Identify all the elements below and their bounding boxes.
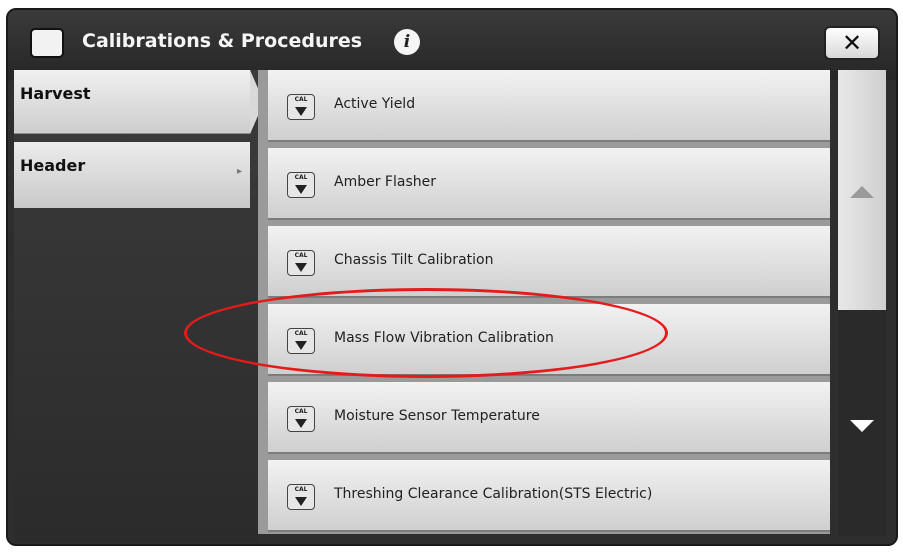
list-item-chassis-tilt[interactable]: CAL Chassis Tilt Calibration <box>268 226 830 298</box>
list-item-label: Active Yield <box>334 96 416 112</box>
calibration-icon: CAL <box>287 94 315 120</box>
list-item-moisture-sensor[interactable]: CAL Moisture Sensor Temperature <box>268 382 830 454</box>
calibration-icon: CAL <box>287 328 315 354</box>
chevron-down-icon <box>850 420 874 432</box>
calibration-icon: CAL <box>287 484 315 510</box>
list-item-threshing-clearance[interactable]: CAL Threshing Clearance Calibration(STS … <box>268 460 830 532</box>
list-item-label: Mass Flow Vibration Calibration <box>334 330 554 346</box>
window-title: Calibrations & Procedures <box>82 30 363 52</box>
list-item-label: Threshing Clearance Calibration(STS Elec… <box>334 486 653 502</box>
calibration-icon: CAL <box>287 172 315 198</box>
calibration-icon: CAL <box>287 406 315 432</box>
list-item-mass-flow-vibration[interactable]: CAL Mass Flow Vibration Calibration <box>268 304 830 376</box>
close-button[interactable]: ✕ <box>824 26 880 60</box>
list-item-active-yield[interactable]: CAL Active Yield <box>268 70 830 142</box>
tab-header[interactable]: Header ▸ <box>14 142 250 208</box>
category-sidebar: Harvest Header ▸ <box>14 70 264 542</box>
list-item-label: Chassis Tilt Calibration <box>334 252 494 268</box>
list-item-label: Amber Flasher <box>334 174 436 190</box>
tab-harvest[interactable]: Harvest <box>14 70 264 134</box>
calibration-icon: CAL <box>287 250 315 276</box>
calibration-icon <box>30 28 64 58</box>
chevron-right-icon: ▸ <box>236 166 242 177</box>
list-item-amber-flasher[interactable]: CAL Amber Flasher <box>268 148 830 220</box>
tab-header-label: Header <box>20 156 86 175</box>
list-item-label: Moisture Sensor Temperature <box>334 408 540 424</box>
list-scrollbar[interactable] <box>838 70 886 536</box>
tab-harvest-label: Harvest <box>20 84 91 103</box>
procedure-list: CAL Active Yield CAL Amber Flasher CAL C… <box>258 70 830 534</box>
scroll-up-button[interactable] <box>838 70 886 310</box>
info-icon[interactable]: i <box>394 29 420 55</box>
